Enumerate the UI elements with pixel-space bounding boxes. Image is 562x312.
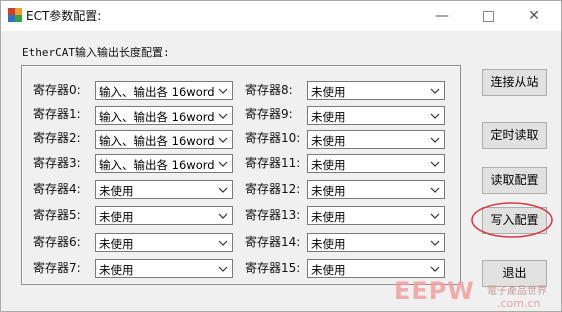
register-0-label: 寄存器0: (33, 83, 81, 97)
register-11-label: 寄存器11: (245, 156, 301, 170)
ect-config-window: ECT参数配置: — ✕ EtherCAT输入输出长度配置: 寄存器0: 输入、… (0, 0, 562, 312)
read-config-button[interactable]: 读取配置 (482, 167, 547, 194)
register-9-value: 未使用 (311, 110, 346, 124)
chevron-down-icon (218, 240, 228, 246)
register-12-value: 未使用 (311, 184, 346, 198)
register-8-select[interactable]: 未使用 (307, 81, 445, 100)
register-2-label: 寄存器2: (33, 131, 81, 145)
register-1-value: 输入、输出各 16word (99, 110, 215, 124)
register-14-label: 寄存器14: (245, 235, 301, 249)
register-10-select[interactable]: 未使用 (307, 130, 445, 149)
register-1-select[interactable]: 输入、输出各 16word (95, 106, 233, 125)
chevron-down-icon (218, 266, 228, 272)
register-15-value: 未使用 (311, 263, 346, 277)
register-6-value: 未使用 (99, 237, 134, 251)
chevron-down-icon (218, 113, 228, 119)
register-13-label: 寄存器13: (245, 208, 301, 222)
register-13-select[interactable]: 未使用 (307, 206, 445, 225)
register-2-value: 输入、输出各 16word (99, 134, 215, 148)
register-5-label: 寄存器5: (33, 208, 81, 222)
register-7-value: 未使用 (99, 263, 134, 277)
register-6-label: 寄存器6: (33, 235, 81, 249)
minimize-button[interactable]: — (419, 1, 465, 31)
register-14-select[interactable]: 未使用 (307, 233, 445, 252)
app-icon (8, 8, 22, 22)
register-6-select[interactable]: 未使用 (95, 233, 233, 252)
chevron-down-icon (218, 88, 228, 94)
section-label: EtherCAT输入输出长度配置: (22, 46, 170, 59)
watermark-logo: EEPW (394, 277, 475, 305)
chevron-down-icon (218, 161, 228, 167)
register-0-value: 输入、输出各 16word (99, 85, 215, 99)
register-5-value: 未使用 (99, 210, 134, 224)
register-4-select[interactable]: 未使用 (95, 180, 233, 199)
register-11-select[interactable]: 未使用 (307, 154, 445, 173)
register-15-label: 寄存器15: (245, 261, 301, 275)
register-11-value: 未使用 (311, 158, 346, 172)
maximize-icon (482, 10, 494, 22)
highlight-ellipse (471, 202, 553, 238)
chevron-down-icon (430, 137, 440, 143)
chevron-down-icon (430, 113, 440, 119)
maximize-button[interactable] (465, 1, 511, 31)
register-7-label: 寄存器7: (33, 261, 81, 275)
register-10-label: 寄存器10: (245, 131, 301, 145)
eepw-watermark: EEPW 電子產品世界 .com.cn (394, 277, 561, 311)
chevron-down-icon (218, 187, 228, 193)
chevron-down-icon (430, 161, 440, 167)
chevron-down-icon (430, 240, 440, 246)
minimize-icon: — (435, 8, 449, 24)
register-14-value: 未使用 (311, 237, 346, 251)
register-5-select[interactable]: 未使用 (95, 206, 233, 225)
register-3-select[interactable]: 输入、输出各 16word (95, 154, 233, 173)
register-12-label: 寄存器12: (245, 182, 301, 196)
window-title: ECT参数配置: (26, 9, 102, 23)
register-8-label: 寄存器8: (245, 83, 293, 97)
register-9-select[interactable]: 未使用 (307, 106, 445, 125)
register-1-label: 寄存器1: (33, 107, 81, 121)
connect-slave-button[interactable]: 连接从站 (482, 69, 547, 96)
register-3-value: 输入、输出各 16word (99, 158, 215, 172)
register-4-label: 寄存器4: (33, 182, 81, 196)
register-13-value: 未使用 (311, 210, 346, 224)
close-button[interactable]: ✕ (511, 1, 557, 31)
register-7-select[interactable]: 未使用 (95, 259, 233, 278)
register-9-label: 寄存器9: (245, 107, 293, 121)
chevron-down-icon (430, 187, 440, 193)
register-10-value: 未使用 (311, 134, 346, 148)
chevron-down-icon (218, 137, 228, 143)
register-4-value: 未使用 (99, 184, 134, 198)
watermark-subtitle: 電子產品世界 (487, 286, 547, 297)
register-15-select[interactable]: 未使用 (307, 259, 445, 278)
chevron-down-icon (430, 88, 440, 94)
register-12-select[interactable]: 未使用 (307, 180, 445, 199)
chevron-down-icon (430, 213, 440, 219)
register-8-value: 未使用 (311, 85, 346, 99)
watermark-url: .com.cn (497, 297, 541, 310)
register-0-select[interactable]: 输入、输出各 16word (95, 81, 233, 100)
chevron-down-icon (218, 213, 228, 219)
close-icon: ✕ (528, 8, 540, 24)
chevron-down-icon (430, 266, 440, 272)
register-2-select[interactable]: 输入、输出各 16word (95, 130, 233, 149)
register-3-label: 寄存器3: (33, 156, 81, 170)
timed-read-button[interactable]: 定时读取 (482, 122, 547, 149)
title-bar: ECT参数配置: — ✕ (1, 1, 561, 31)
